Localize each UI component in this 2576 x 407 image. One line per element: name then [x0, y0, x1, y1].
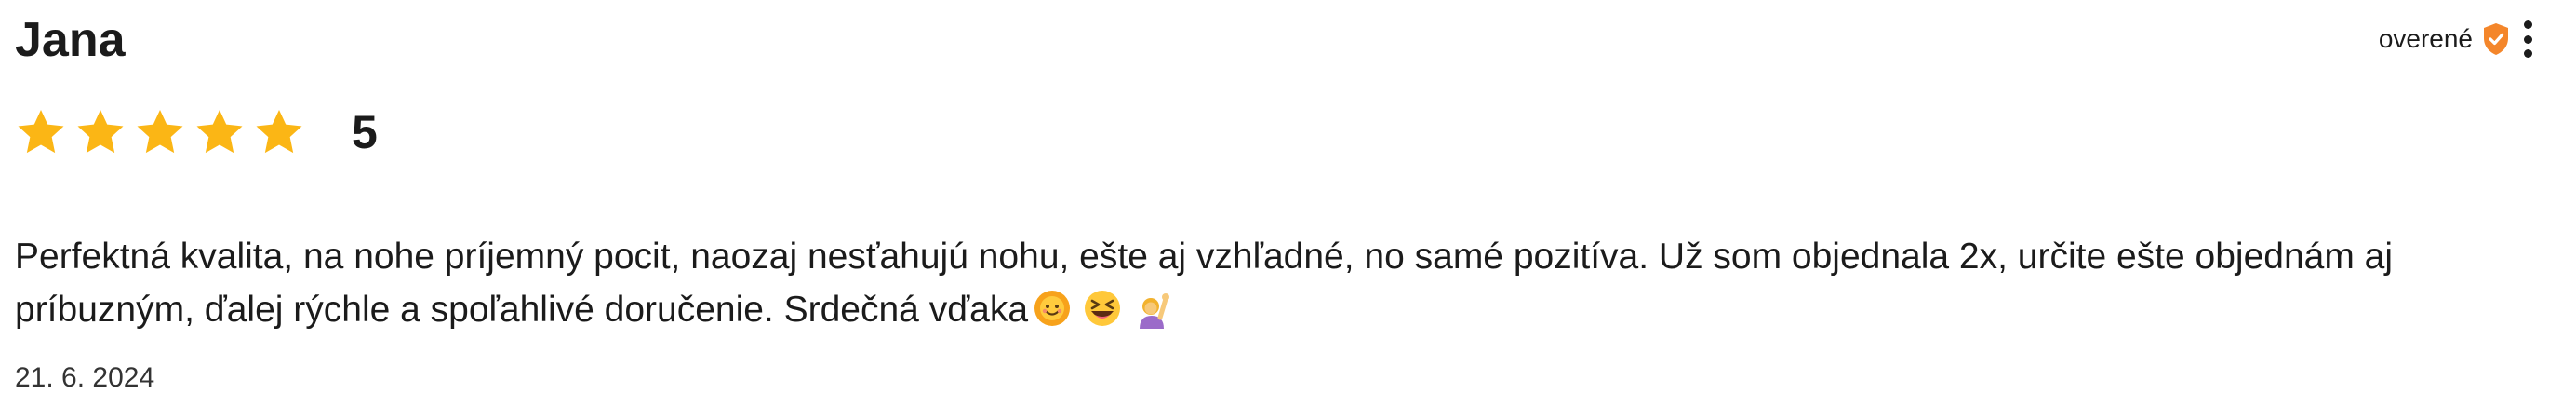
star-icon [137, 109, 183, 154]
review-card: Jana overené 5 Perfektná kvalita, na noh… [0, 0, 2576, 407]
review-text: Perfektná kvalita, na nohe príjemný poci… [15, 230, 2545, 336]
rating-row: 5 [15, 104, 378, 160]
person-raising-hand-emoji [1140, 293, 1170, 329]
rating-value: 5 [352, 106, 378, 158]
review-text-content: Perfektná kvalita, na nohe príjemný poci… [15, 237, 2394, 330]
verified-badge: overené [2379, 19, 2534, 60]
grinning-squinting-emoji [1085, 291, 1121, 326]
star-icon [196, 109, 243, 154]
star-icon [256, 109, 302, 154]
star-icon [18, 109, 64, 154]
star-rating [15, 107, 313, 157]
more-options-icon[interactable] [2521, 20, 2534, 58]
review-date: 21. 6. 2024 [15, 362, 155, 393]
smiling-sun-emoji [1034, 291, 1071, 326]
shield-check-icon [2484, 23, 2508, 55]
verified-label: overené [2378, 24, 2473, 53]
star-icon [77, 109, 124, 154]
reviewer-name: Jana [15, 13, 126, 67]
